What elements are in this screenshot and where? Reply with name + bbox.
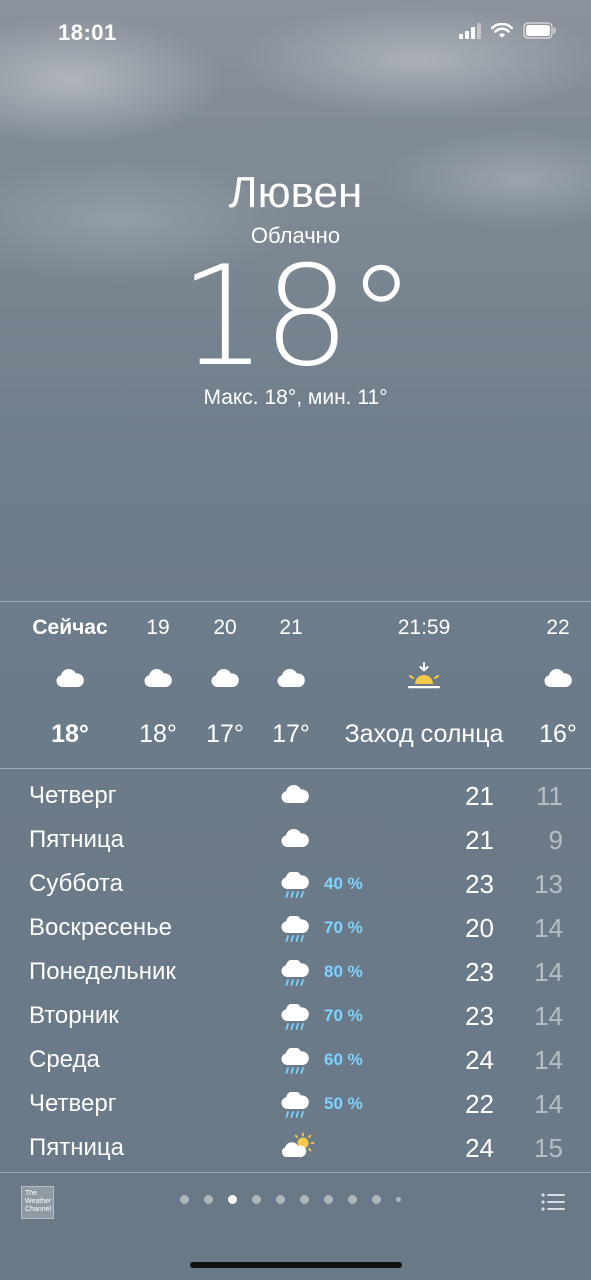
precip-chance: 70 % bbox=[324, 1006, 363, 1025]
cellular-signal-icon bbox=[459, 22, 481, 39]
page-dot[interactable] bbox=[396, 1197, 401, 1202]
day-max-temp: 24 bbox=[465, 1045, 494, 1075]
day-min-temp: 15 bbox=[534, 1133, 563, 1163]
hour-label: 20 bbox=[213, 616, 237, 639]
page-dot[interactable] bbox=[204, 1195, 213, 1204]
cloud-icon bbox=[144, 668, 172, 687]
rain-cloud-icon bbox=[281, 1048, 309, 1074]
daily-row: Вторник 70 % 23 14 bbox=[0, 996, 591, 1040]
hour-temp: 17° bbox=[206, 720, 244, 748]
page-dot[interactable] bbox=[180, 1195, 189, 1204]
day-min-temp: 14 bbox=[534, 957, 563, 987]
day-name: Среда bbox=[29, 1046, 100, 1073]
cloud-icon bbox=[281, 828, 309, 847]
cloud-icon bbox=[56, 668, 84, 687]
hour-temp: 18° bbox=[139, 720, 177, 748]
day-min-temp: 13 bbox=[534, 869, 563, 899]
page-dot[interactable] bbox=[372, 1195, 381, 1204]
precip-chance: 40 % bbox=[324, 874, 363, 893]
rain-cloud-icon bbox=[281, 872, 309, 898]
rain-cloud-icon bbox=[281, 1092, 309, 1118]
hourly-forecast[interactable]: Сейчас 19 20 21 21:59 22 18° 18° 17° 17°… bbox=[0, 602, 591, 768]
hour-temp: 17° bbox=[272, 720, 310, 748]
hour-temp: 16° bbox=[539, 720, 577, 748]
day-min-temp: 9 bbox=[548, 825, 563, 855]
page-dot[interactable] bbox=[276, 1195, 285, 1204]
cloud-icon bbox=[211, 668, 239, 687]
weather-channel-logo[interactable]: The Weather Channel bbox=[21, 1186, 54, 1219]
home-indicator[interactable] bbox=[190, 1262, 402, 1268]
hour-label: Сейчас bbox=[32, 616, 108, 639]
sun-cloud-icon bbox=[281, 1132, 315, 1158]
daily-row: Четверг 50 % 22 14 bbox=[0, 1084, 591, 1128]
daily-row: Среда 60 % 24 14 bbox=[0, 1040, 591, 1084]
hour-label: 21 bbox=[279, 616, 303, 639]
current-temperature: 18° bbox=[179, 236, 416, 397]
day-name: Пятница bbox=[29, 826, 124, 853]
high-low-temperature: Макс. 18°, мин. 11° bbox=[203, 386, 388, 409]
day-name: Пятница bbox=[29, 1134, 124, 1161]
day-max-temp: 23 bbox=[465, 869, 494, 899]
cloud-icon bbox=[277, 668, 305, 687]
day-min-temp: 11 bbox=[536, 781, 563, 811]
day-max-temp: 21 bbox=[465, 781, 494, 811]
cloud-icon bbox=[281, 784, 309, 803]
page-dot[interactable] bbox=[300, 1195, 309, 1204]
daily-row: Четверг 21 11 bbox=[0, 776, 591, 820]
daily-row: Воскресенье 70 % 20 14 bbox=[0, 908, 591, 952]
day-min-temp: 14 bbox=[534, 1089, 563, 1119]
rain-cloud-icon bbox=[281, 960, 309, 986]
day-name: Четверг bbox=[29, 782, 117, 809]
daily-row: Пятница 24 15 bbox=[0, 1128, 591, 1172]
page-indicator[interactable] bbox=[180, 1195, 401, 1204]
day-max-temp: 20 bbox=[465, 913, 494, 943]
page-dot-active[interactable] bbox=[228, 1195, 237, 1204]
page-dot[interactable] bbox=[348, 1195, 357, 1204]
day-min-temp: 14 bbox=[534, 1045, 563, 1075]
day-min-temp: 14 bbox=[534, 913, 563, 943]
precip-chance: 50 % bbox=[324, 1094, 363, 1113]
sunset-icon bbox=[408, 662, 440, 689]
day-name: Суббота bbox=[29, 870, 123, 897]
hour-label: 19 bbox=[146, 616, 170, 639]
city-name: Лювен bbox=[228, 168, 363, 217]
precip-chance: 80 % bbox=[324, 962, 363, 981]
status-icons bbox=[459, 22, 557, 39]
status-time: 18:01 bbox=[58, 20, 117, 45]
rain-cloud-icon bbox=[281, 916, 309, 942]
page-dot[interactable] bbox=[324, 1195, 333, 1204]
daily-row: Понедельник 80 % 23 14 bbox=[0, 952, 591, 996]
day-name: Понедельник bbox=[29, 958, 176, 985]
sunset-label: Заход солнца bbox=[344, 720, 504, 748]
weather-channel-logo-text: The Weather Channel bbox=[25, 1190, 52, 1213]
list-icon[interactable] bbox=[541, 1193, 565, 1211]
precip-chance: 60 % bbox=[324, 1050, 363, 1069]
day-name: Воскресенье bbox=[29, 914, 173, 941]
wifi-icon bbox=[491, 22, 513, 38]
precip-chance: 70 % bbox=[324, 918, 363, 937]
day-max-temp: 21 bbox=[465, 825, 494, 855]
page-dot[interactable] bbox=[252, 1195, 261, 1204]
hour-temp: 18° bbox=[51, 720, 89, 748]
day-name: Вторник bbox=[29, 1002, 119, 1029]
hour-label: 21:59 bbox=[397, 616, 451, 639]
day-max-temp: 23 bbox=[465, 957, 494, 987]
battery-icon bbox=[523, 22, 556, 39]
hourly-bottom-divider bbox=[0, 768, 591, 769]
hour-label: 22 bbox=[546, 616, 570, 639]
cloud-icon bbox=[544, 668, 572, 687]
rain-cloud-icon bbox=[281, 1004, 309, 1030]
day-max-temp: 24 bbox=[465, 1133, 494, 1163]
daily-row: Пятница 21 9 bbox=[0, 820, 591, 864]
day-max-temp: 23 bbox=[465, 1001, 494, 1031]
day-min-temp: 14 bbox=[534, 1001, 563, 1031]
day-max-temp: 22 bbox=[465, 1089, 494, 1119]
day-name: Четверг bbox=[29, 1090, 117, 1117]
daily-row: Суббота 40 % 23 13 bbox=[0, 864, 591, 908]
